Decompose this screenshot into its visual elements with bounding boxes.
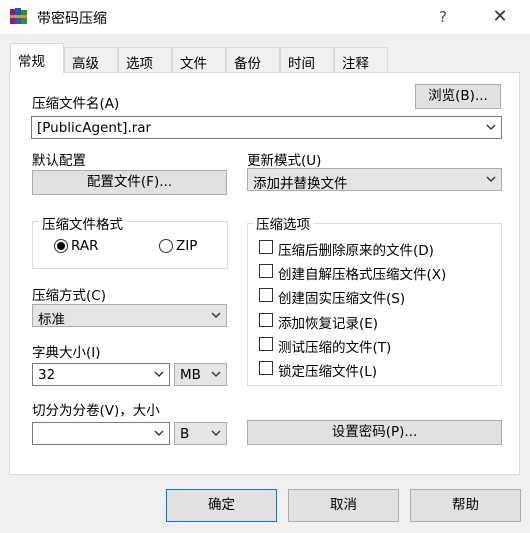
tab-comment[interactable]: 注释: [334, 47, 388, 72]
zip-radio[interactable]: [159, 239, 173, 253]
split-unit-select[interactable]: B: [174, 422, 227, 445]
set-password-button[interactable]: 设置密码(P)...: [247, 420, 502, 445]
archive-name-combo[interactable]: [PublicAgent].rar: [31, 116, 502, 139]
cancel-button-label: 取消: [330, 497, 357, 513]
create-sfx-label: 创建自解压格式压缩文件(X): [278, 267, 447, 283]
zip-label: ZIP: [176, 238, 198, 254]
test-archived-label: 测试压缩的文件(T): [278, 340, 392, 356]
lock-archive-label: 锁定压缩文件(L): [278, 364, 378, 380]
tab-label: 常规: [18, 54, 45, 70]
profiles-button-label: 配置文件(F)...: [86, 174, 173, 190]
tab-backup[interactable]: 备份: [226, 47, 280, 72]
help-button[interactable]: 帮助: [410, 489, 521, 522]
archive-format-title: 压缩文件格式: [39, 213, 126, 233]
test-archived-checkbox[interactable]: [259, 337, 273, 351]
set-password-button-label: 设置密码(P)...: [331, 424, 418, 440]
chevron-down-icon: [486, 124, 496, 130]
split-volumes-label: 切分为分卷(V)，大小: [32, 403, 160, 419]
dictionary-unit-value: MB: [180, 367, 201, 383]
browse-button[interactable]: 浏览(B)...: [415, 84, 501, 109]
tab-time[interactable]: 时间: [280, 47, 334, 72]
ok-button-label: 确定: [208, 497, 235, 513]
split-unit-value: B: [180, 426, 190, 442]
radio-selected-dot: [57, 242, 65, 250]
title-bar: 带密码压缩 ? ✕: [0, 0, 530, 34]
split-size-combo[interactable]: [32, 422, 170, 445]
tab-label: 注释: [342, 56, 369, 72]
create-sfx-checkbox[interactable]: [259, 264, 273, 278]
recovery-record-checkbox[interactable]: [259, 313, 273, 327]
default-profile-label: 默认配置: [32, 153, 86, 169]
profiles-button[interactable]: 配置文件(F)...: [32, 170, 227, 195]
lock-archive-checkbox[interactable]: [259, 361, 273, 375]
rar-radio[interactable]: [54, 239, 68, 253]
dictionary-size-value: 32: [38, 367, 56, 383]
tab-options[interactable]: 选项: [118, 47, 172, 72]
compression-method-label: 压缩方式(C): [32, 288, 106, 304]
tab-label: 备份: [234, 56, 261, 72]
update-mode-label: 更新模式(U): [247, 153, 322, 169]
dictionary-unit-select[interactable]: MB: [174, 363, 227, 386]
tab-label: 选项: [126, 56, 153, 72]
winrar-app-icon: [10, 8, 27, 24]
tab-files[interactable]: 文件: [172, 47, 226, 72]
tab-general[interactable]: 常规: [10, 43, 64, 73]
update-mode-value: 添加并替换文件: [253, 176, 348, 192]
tab-advanced[interactable]: 高级: [64, 47, 118, 72]
archive-name-label: 压缩文件名(A): [32, 96, 120, 112]
compression-method-value: 标准: [38, 312, 65, 328]
update-mode-select[interactable]: 添加并替换文件: [247, 168, 502, 192]
create-solid-label: 创建固实压缩文件(S): [278, 291, 406, 307]
dictionary-size-label: 字典大小(I): [32, 345, 101, 361]
create-solid-checkbox[interactable]: [259, 288, 273, 302]
browse-button-label: 浏览(B)...: [428, 88, 488, 104]
tab-label: 高级: [72, 56, 99, 72]
tab-label: 时间: [288, 56, 315, 72]
chevron-down-icon: [211, 312, 221, 318]
chevron-down-icon: [211, 430, 221, 436]
archiving-options-title: 压缩选项: [253, 213, 313, 233]
help-title-button[interactable]: ?: [428, 6, 458, 28]
dictionary-size-combo[interactable]: 32: [32, 363, 170, 386]
chevron-down-icon: [154, 371, 164, 377]
chevron-down-icon: [154, 430, 164, 436]
window-title: 带密码压缩: [37, 11, 107, 27]
compression-method-select[interactable]: 标准: [32, 304, 227, 328]
tab-label: 文件: [180, 56, 207, 72]
general-tab-panel: 压缩文件名(A) 浏览(B)... [PublicAgent].rar 默认配置…: [9, 72, 520, 475]
rar-label: RAR: [71, 238, 99, 254]
ok-button[interactable]: 确定: [166, 489, 277, 522]
delete-after-archiving-checkbox[interactable]: [259, 240, 273, 254]
recovery-record-label: 添加恢复记录(E): [278, 316, 379, 332]
chevron-down-icon: [211, 371, 221, 377]
chevron-down-icon: [486, 176, 496, 182]
help-button-label: 帮助: [452, 497, 479, 513]
delete-after-archiving-label: 压缩后删除原来的文件(D): [278, 243, 434, 259]
cancel-button[interactable]: 取消: [288, 489, 399, 522]
archive-name-value: [PublicAgent].rar: [37, 120, 152, 136]
close-button[interactable]: ✕: [485, 5, 515, 29]
